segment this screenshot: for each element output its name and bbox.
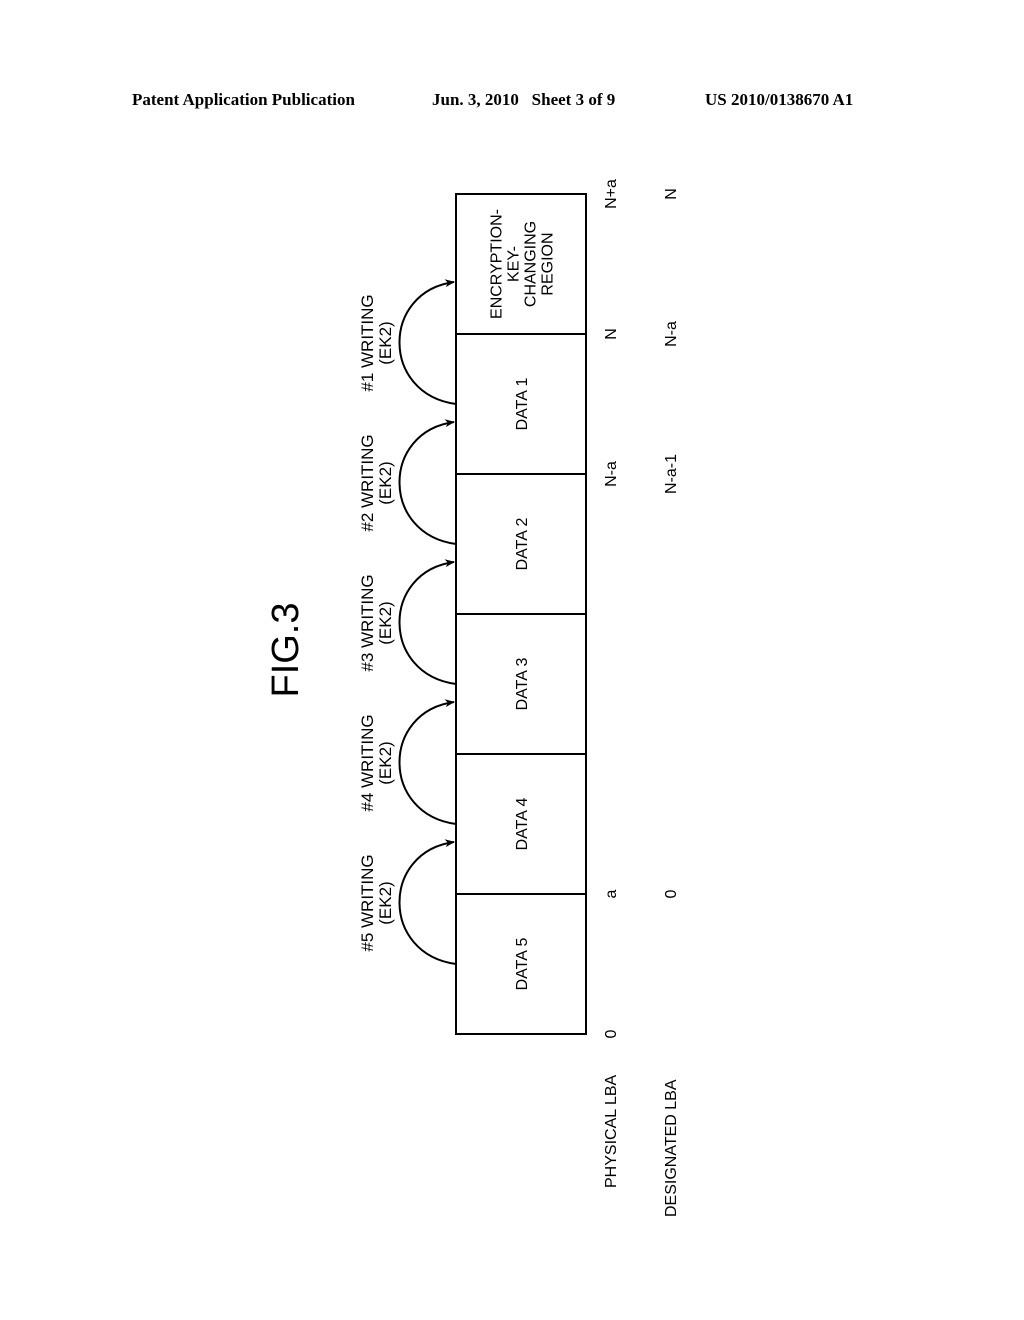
lba-cell: DATA 2 <box>455 473 587 615</box>
write-label: #5 WRITING <box>358 854 377 951</box>
write-arrow: #3 WRITING (EK2) <box>358 559 457 685</box>
curved-arrow-icon <box>398 419 457 545</box>
designated-lba-mark: N-a <box>663 321 680 347</box>
designated-lba-label: DESIGNATED LBA <box>663 1079 680 1217</box>
write-key-label: (EK2) <box>376 461 395 504</box>
lba-cell-label: ENCRYPTION- <box>489 209 506 319</box>
write-key-label: (EK2) <box>376 321 395 364</box>
figure-3-diagram: FIG.3 DATA 5 DATA 4 DATA 3 DATA 2 DATA 1 ENCR… <box>265 179 680 1217</box>
write-arrow: #5 WRITING (EK2) <box>358 839 457 965</box>
write-key-label: (EK2) <box>376 601 395 644</box>
lba-cell-label: DATA 2 <box>514 518 531 571</box>
lba-cell-label: REGION <box>540 232 557 295</box>
designated-lba-mark: N-a-1 <box>663 454 680 494</box>
physical-lba-mark: N+a <box>603 179 620 209</box>
curved-arrow-icon <box>398 559 457 685</box>
lba-cell-label: DATA 1 <box>514 378 531 431</box>
lba-cell-label: CHANGING <box>523 221 540 307</box>
lba-cell-label: DATA 4 <box>514 798 531 851</box>
designated-lba-mark: 0 <box>663 889 680 898</box>
write-label: #4 WRITING <box>358 714 377 811</box>
lba-cell: DATA 3 <box>455 613 587 755</box>
lba-cell: ENCRYPTION- KEY- CHANGING REGION <box>455 193 587 335</box>
curved-arrow-icon <box>398 839 457 965</box>
physical-lba-mark: N-a <box>603 461 620 487</box>
lba-strip: DATA 5 DATA 4 DATA 3 DATA 2 DATA 1 ENCRYPTION… <box>455 193 587 1035</box>
figure-title: FIG.3 <box>265 602 307 697</box>
write-key-label: (EK2) <box>376 741 395 784</box>
physical-lba-mark: N <box>603 328 620 340</box>
curved-arrow-icon <box>398 699 457 825</box>
designated-lba-row: DESIGNATED LBA 0 N-a-1 N-a N <box>663 188 680 1217</box>
curved-arrow-icon <box>398 279 457 405</box>
write-label: #2 WRITING <box>358 434 377 531</box>
write-arrows: #5 WRITING (EK2)#4 WRITING (EK2)#3 WRITING… <box>358 279 457 965</box>
lba-cell: DATA 4 <box>455 753 587 895</box>
physical-lba-mark: 0 <box>603 1029 620 1038</box>
lba-cell-label: KEY- <box>506 246 523 282</box>
designated-lba-mark: N <box>663 188 680 200</box>
physical-lba-mark: a <box>603 889 620 898</box>
write-label: #3 WRITING <box>358 574 377 671</box>
lba-cell-label: DATA 5 <box>514 938 531 991</box>
lba-cell: DATA 1 <box>455 333 587 475</box>
physical-lba-row: PHYSICAL LBA 0 a N-a N N+a <box>603 179 620 1188</box>
write-arrow: #4 WRITING (EK2) <box>358 699 457 825</box>
lba-cell: DATA 5 <box>455 893 587 1035</box>
write-key-label: (EK2) <box>376 881 395 924</box>
write-label: #1 WRITING <box>358 294 377 391</box>
write-arrow: #2 WRITING (EK2) <box>358 419 457 545</box>
lba-cell-label: DATA 3 <box>514 658 531 711</box>
write-arrow: #1 WRITING (EK2) <box>358 279 457 405</box>
physical-lba-label: PHYSICAL LBA <box>603 1074 620 1188</box>
